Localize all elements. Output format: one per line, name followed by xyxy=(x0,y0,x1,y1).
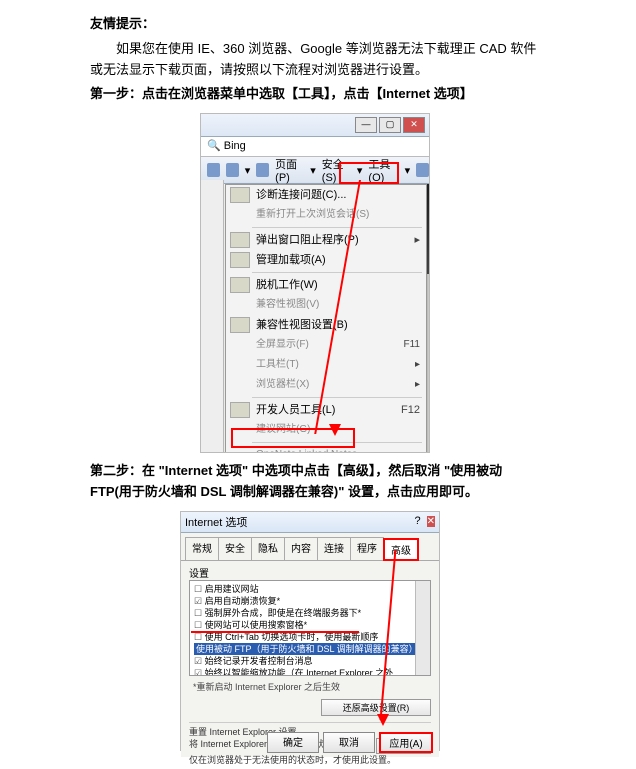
tab-strip: 常规 安全 隐私 内容 连接 程序 高级 xyxy=(181,533,439,561)
opt-search-pane[interactable]: 使网站可以使用搜索窗格* xyxy=(194,619,426,631)
search-bar[interactable]: 🔍 Bing xyxy=(201,137,429,157)
tools-menu[interactable]: 工具(O) ▾ xyxy=(368,156,410,184)
settings-label: 设置 xyxy=(189,565,431,580)
tab-content[interactable]: 内容 xyxy=(284,537,318,560)
tab-advanced[interactable]: 高级 xyxy=(383,538,419,561)
opt-offscreen[interactable]: 强制屏外合成，即使是在终端服务器下* xyxy=(194,607,426,619)
menu-fullscreen[interactable]: 全屏显示(F)F11 xyxy=(226,335,426,355)
menu-addons[interactable]: 管理加载项(A) xyxy=(226,250,426,270)
dialog-help-close[interactable]: ?✕ xyxy=(414,515,435,528)
left-strip xyxy=(201,180,224,452)
addons-icon xyxy=(230,252,250,268)
restart-note: *重新启动 Internet Explorer 之后生效 xyxy=(193,680,431,693)
screenshot-inet-options: Internet 选项 ?✕ 常规 安全 隐私 内容 连接 程序 高级 设置 启… xyxy=(180,511,440,751)
screenshot-tools-menu: — ▢ ✕ 🔍 Bing ▾ 页面(P) ▾ 安全(S) ▾ 工具(O) ▾ 诊… xyxy=(200,113,430,453)
close-button[interactable]: ✕ xyxy=(403,117,425,133)
tab-security[interactable]: 安全 xyxy=(218,537,252,560)
highlight-line-ftp xyxy=(191,631,359,633)
command-bar: ▾ 页面(P) ▾ 安全(S) ▾ 工具(O) ▾ xyxy=(201,157,429,184)
mail-icon[interactable] xyxy=(256,163,269,177)
menu-separator xyxy=(252,442,422,443)
compat-icon xyxy=(230,317,250,333)
tip-title: 友情提示： xyxy=(90,14,546,35)
opt-smartscale[interactable]: 始终以智能缩放功能（在 Internet Explorer 之外 xyxy=(194,667,426,676)
apply-button[interactable]: 应用(A) xyxy=(379,732,433,753)
dialog-footer: 确定 取消 应用(A) xyxy=(267,732,433,753)
opt-suggested-sites[interactable]: 启用建议网站 xyxy=(194,583,426,595)
ok-button[interactable]: 确定 xyxy=(267,732,319,753)
menu-separator xyxy=(252,272,422,273)
menu-offline[interactable]: 脱机工作(W) xyxy=(226,275,426,295)
opt-passive-ftp[interactable]: 使用被动 FTP（用于防火墙和 DSL 调制解调器的兼容） xyxy=(194,643,426,655)
help-icon[interactable] xyxy=(416,163,429,177)
menu-separator xyxy=(252,227,422,228)
cancel-button[interactable]: 取消 xyxy=(323,732,375,753)
menu-compat-view[interactable]: 兼容性视图(V) xyxy=(226,295,426,315)
settings-listbox[interactable]: 启用建议网站 启用自动崩溃恢复* 强制屏外合成，即使是在终端服务器下* 使网站可… xyxy=(189,580,431,676)
home-icon[interactable] xyxy=(207,163,220,177)
menu-toolbars[interactable]: 工具栏(T)▸ xyxy=(226,355,426,375)
page-menu[interactable]: 页面(P) ▾ xyxy=(275,156,316,184)
minimize-button[interactable]: — xyxy=(355,117,377,133)
scrollbar[interactable] xyxy=(415,581,430,675)
window-titlebar: — ▢ ✕ xyxy=(201,114,429,137)
menu-diagnose[interactable]: 诊断连接问题(C)... xyxy=(226,185,426,205)
popup-icon xyxy=(230,232,250,248)
restore-adv-button[interactable]: 还原高级设置(R) xyxy=(321,699,431,716)
offline-icon xyxy=(230,277,250,293)
tab-programs[interactable]: 程序 xyxy=(350,537,384,560)
dialog-title: Internet 选项 xyxy=(185,514,247,530)
step1: 第一步：点击在浏览器菜单中选取【工具】，点击【Internet 选项】 xyxy=(90,84,546,105)
reset-note: 仅在浏览器处于无法使用的状态时，才使用此设置。 xyxy=(189,754,431,766)
menu-explorerbars[interactable]: 浏览器栏(X)▸ xyxy=(226,375,426,395)
menu-devtools[interactable]: 开发人员工具(L)F12 xyxy=(226,400,426,420)
menu-compat-set[interactable]: 兼容性视图设置(B) xyxy=(226,315,426,335)
opt-console[interactable]: 始终记录开发者控制台消息 xyxy=(194,655,426,667)
tab-connections[interactable]: 连接 xyxy=(317,537,351,560)
menu-popup[interactable]: 弹出窗口阻止程序(P)▸ xyxy=(226,230,426,250)
menu-suggest[interactable]: 建议网站(G) xyxy=(226,420,426,440)
devtools-icon xyxy=(230,402,250,418)
maximize-button[interactable]: ▢ xyxy=(379,117,401,133)
tip-body: 如果您在使用 IE、360 浏览器、Google 等浏览器无法下载理正 CAD … xyxy=(90,39,546,81)
diagnose-icon xyxy=(230,187,250,203)
safety-menu[interactable]: 安全(S) ▾ xyxy=(322,156,363,184)
step2: 第二步：在 "Internet 选项" 中选项中点击【高级】，然后取消 "使用被… xyxy=(90,461,546,503)
tab-general[interactable]: 常规 xyxy=(185,537,219,560)
feeds-icon[interactable] xyxy=(226,163,239,177)
search-text: Bing xyxy=(224,140,246,152)
tools-dropdown: 诊断连接问题(C)... 重新打开上次浏览会话(S) 弹出窗口阻止程序(P)▸ … xyxy=(225,184,427,453)
opt-crash-recovery[interactable]: 启用自动崩溃恢复* xyxy=(194,595,426,607)
tab-privacy[interactable]: 隐私 xyxy=(251,537,285,560)
close-icon[interactable]: ✕ xyxy=(427,516,435,527)
menu-reopen[interactable]: 重新打开上次浏览会话(S) xyxy=(226,205,426,225)
menu-onenote-linked[interactable]: OneNote Linked Notes xyxy=(226,445,426,453)
menu-separator xyxy=(252,397,422,398)
dialog-titlebar: Internet 选项 ?✕ xyxy=(181,512,439,533)
dialog-body: 设置 启用建议网站 启用自动崩溃恢复* 强制屏外合成，即使是在终端服务器下* 使… xyxy=(181,561,439,757)
